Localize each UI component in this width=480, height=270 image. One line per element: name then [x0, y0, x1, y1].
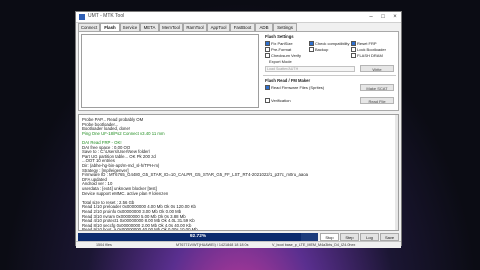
checkbox-icon — [309, 41, 314, 47]
checkbox-icon — [265, 85, 270, 91]
verification-checkbox[interactable]: Verification — [265, 98, 291, 104]
status-device: MT6771V/WT(HUAWEI) / 1421848 18 18 0s — [176, 242, 249, 247]
app-window: UMT - MTK Tool – □ × Connect Flash Servi… — [75, 11, 402, 248]
checkbox-icon — [351, 53, 356, 59]
tab-memtool[interactable]: MemTool — [159, 23, 183, 31]
checkbox-icon — [351, 41, 356, 47]
read-firmware-checkbox[interactable]: Read Firmware Files (Sprites) — [265, 85, 324, 91]
partition-list[interactable] — [81, 34, 259, 108]
tab-adb[interactable]: ADB — [255, 23, 273, 31]
export-mode-option[interactable]: Export Mode — [269, 59, 292, 64]
flash-read-label: Flash Read / FM Maker — [265, 78, 311, 83]
flash-panel: Flash Settings Fix PartSize Pre-Format C… — [78, 31, 399, 111]
close-icon[interactable]: × — [389, 12, 401, 22]
log-line: Firmware ID : MT6765_G4480_G5_STAR_ID=10… — [82, 172, 309, 178]
log-line: Read 9/10 boot_a 0x00000000 40.00 Mb Ok … — [82, 227, 198, 231]
tab-settings[interactable]: Settings — [273, 23, 297, 31]
stop-button[interactable]: Stop — [320, 233, 339, 241]
log-line: Ping One UF-18/Ps2 Connect v3.40 11 mm — [82, 130, 165, 136]
tab-connect[interactable]: Connect — [78, 23, 100, 31]
tab-fastboot[interactable]: FastBoot — [230, 23, 255, 31]
backup-checkbox[interactable]: Backup — [309, 47, 328, 53]
checkbox-icon — [351, 47, 356, 53]
flash-settings-label: Flash Settings — [265, 34, 294, 39]
tab-apptool[interactable]: AppTool — [207, 23, 230, 31]
step-button[interactable]: Step — [340, 233, 359, 241]
scatter-path-field[interactable]: Load Scatter/AUTH — [265, 66, 355, 72]
progress-text: 92.72% — [189, 234, 207, 239]
log-line: Device support eMMC. active plan # lolen… — [82, 190, 169, 196]
divider — [263, 75, 396, 76]
reset-frp-checkbox[interactable]: Reset FRP — [351, 41, 377, 47]
checksum-verify-checkbox[interactable]: Checksum Verify — [265, 53, 301, 59]
check-compatibility-checkbox[interactable]: Check compatibility — [309, 41, 349, 47]
checkbox-icon — [265, 41, 270, 47]
save-button[interactable]: Save — [380, 233, 399, 241]
log-button[interactable]: Log — [360, 233, 379, 241]
checkbox-icon — [265, 98, 270, 104]
read-file-button[interactable]: Read File — [360, 97, 394, 104]
status-file-path: V_boot base_p_LTE_MEM_M4a3bts_D4_IZ4.0he… — [272, 242, 356, 247]
checkbox-icon — [265, 53, 270, 59]
app-logo-icon — [79, 14, 85, 20]
make-scatter-button[interactable]: Make SCAT — [360, 84, 394, 91]
write-button[interactable]: Write — [360, 65, 394, 72]
progress-bar: 92.72% — [78, 233, 318, 241]
log-console[interactable]: Probe PAP... Read probably OM Probe bootl… — [78, 114, 399, 231]
status-bar: 1504 files MT6771V/WT(HUAWEI) / 1421848 … — [76, 241, 401, 248]
log-scrollbar[interactable] — [395, 115, 398, 230]
pre-format-checkbox[interactable]: Pre-Format — [265, 47, 291, 53]
maximize-icon[interactable]: □ — [377, 12, 389, 22]
window-title: UMT - MTK Tool — [88, 13, 125, 19]
title-bar: UMT - MTK Tool – □ × — [76, 12, 401, 23]
status-files: 1504 files — [96, 242, 112, 247]
minimize-icon[interactable]: – — [365, 12, 377, 22]
tab-ramtool[interactable]: RamTool — [183, 23, 207, 31]
tab-service[interactable]: Service — [120, 23, 140, 31]
lock-bootloader-checkbox[interactable]: Lock Bootloader — [351, 47, 386, 53]
tab-meta[interactable]: META — [140, 23, 159, 31]
fix-partsize-checkbox[interactable]: Fix PartSize — [265, 41, 293, 47]
checkbox-icon — [309, 47, 314, 53]
checkbox-icon — [265, 47, 270, 53]
flash-dram-checkbox[interactable]: FLASH DRAM — [351, 53, 383, 59]
